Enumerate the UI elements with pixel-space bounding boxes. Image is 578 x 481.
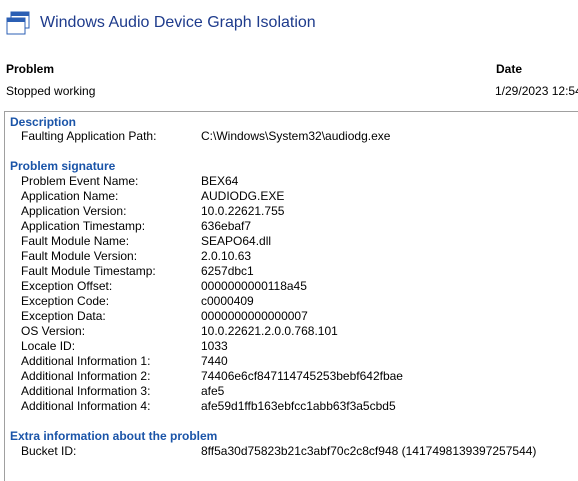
detail-label: Additional Information 3: bbox=[21, 384, 151, 398]
detail-value: 636ebaf7 bbox=[201, 219, 252, 233]
detail-value: 74406e6cf847114745253bebf642fbae bbox=[201, 369, 403, 383]
detail-value: afe5 bbox=[201, 384, 225, 398]
detail-label: Bucket ID: bbox=[21, 444, 77, 458]
detail-value: 8ff5a30d75823b21c3abf70c2c8cf948 (141749… bbox=[201, 444, 537, 458]
detail-value: afe59d1ffb163ebfcc1abb63f3a5cbd5 bbox=[201, 399, 396, 413]
detail-value: 6257dbc1 bbox=[201, 264, 254, 278]
detail-label: Fault Module Version: bbox=[21, 249, 138, 263]
details-panel: Description Faulting Application Path: C… bbox=[4, 111, 578, 481]
detail-label: Exception Offset: bbox=[21, 279, 113, 293]
problem-value: Stopped working bbox=[6, 84, 96, 98]
detail-value: C:\Windows\System32\audiodg.exe bbox=[201, 129, 391, 143]
detail-label: Fault Module Name: bbox=[21, 234, 130, 248]
description-heading: Description bbox=[10, 115, 77, 129]
detail-label: OS Version: bbox=[21, 324, 86, 338]
detail-value: SEAPO64.dll bbox=[201, 234, 272, 248]
detail-label: Fault Module Timestamp: bbox=[21, 264, 156, 278]
detail-value: 0000000000118a45 bbox=[201, 279, 307, 293]
detail-label: Locale ID: bbox=[21, 339, 76, 353]
detail-value: 10.0.22621.2.0.0.768.101 bbox=[201, 324, 338, 338]
detail-value: 7440 bbox=[201, 354, 228, 368]
detail-value: AUDIODG.EXE bbox=[201, 189, 285, 203]
detail-label: Additional Information 1: bbox=[21, 354, 151, 368]
detail-value: c0000409 bbox=[201, 294, 254, 308]
detail-label: Problem Event Name: bbox=[21, 174, 139, 188]
problem-signature-heading: Problem signature bbox=[10, 159, 116, 173]
detail-value: BEX64 bbox=[201, 174, 239, 188]
detail-label: Faulting Application Path: bbox=[21, 129, 157, 143]
detail-label: Exception Code: bbox=[21, 294, 110, 308]
problem-column-header: Problem bbox=[6, 62, 55, 76]
detail-value: 2.0.10.63 bbox=[201, 249, 252, 263]
window-app-icon bbox=[6, 11, 30, 35]
detail-label: Application Version: bbox=[21, 204, 127, 218]
detail-label: Application Name: bbox=[21, 189, 119, 203]
report-header: Windows Audio Device Graph Isolation bbox=[6, 10, 316, 36]
page-title: Windows Audio Device Graph Isolation bbox=[40, 14, 316, 31]
detail-label: Additional Information 2: bbox=[21, 369, 151, 383]
detail-label: Exception Data: bbox=[21, 309, 106, 323]
extra-information-heading: Extra information about the problem bbox=[10, 429, 218, 443]
detail-value: 1033 bbox=[201, 339, 228, 353]
detail-value: 10.0.22621.755 bbox=[201, 204, 285, 218]
detail-label: Additional Information 4: bbox=[21, 399, 151, 413]
detail-label: Application Timestamp: bbox=[21, 219, 146, 233]
detail-value: 0000000000000007 bbox=[201, 309, 308, 323]
date-value: 1/29/2023 12:54 bbox=[495, 84, 578, 98]
date-column-header: Date bbox=[496, 62, 523, 76]
